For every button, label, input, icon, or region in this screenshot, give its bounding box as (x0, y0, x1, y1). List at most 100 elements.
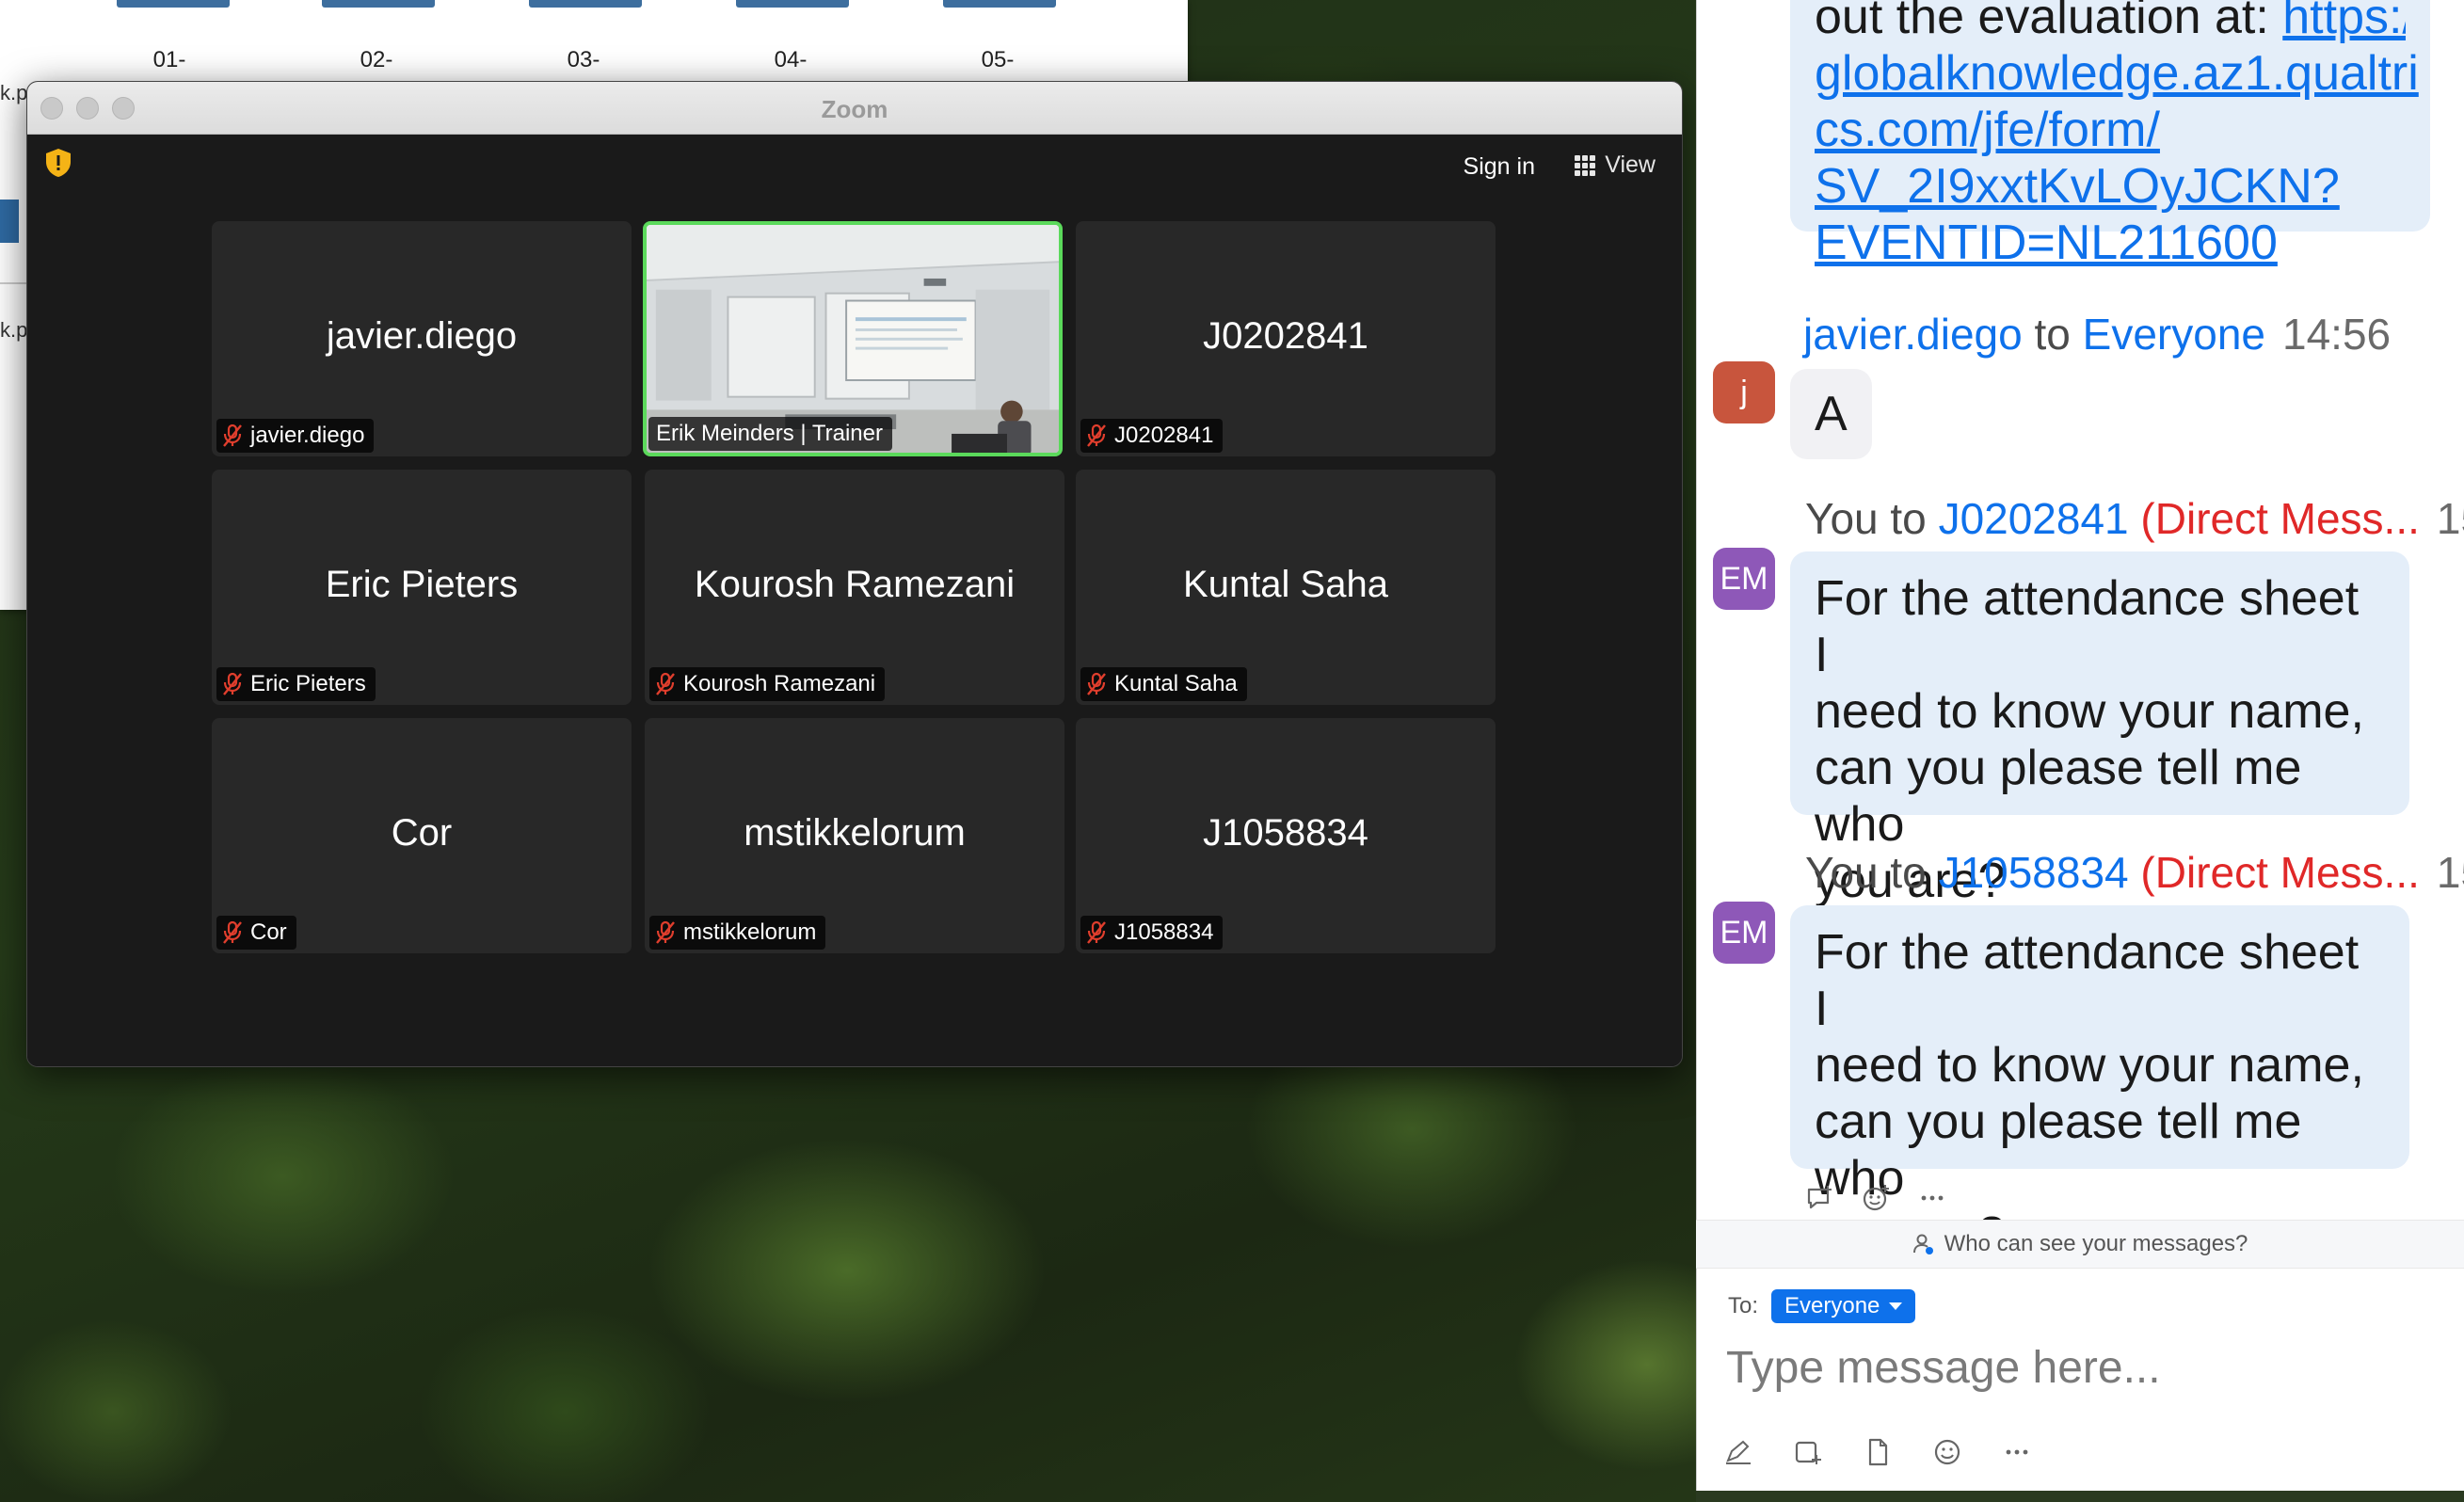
evaluation-link[interactable]: EVENTID=NL211600 (1815, 216, 2278, 270)
participant-name: Erik Meinders | Trainer (656, 421, 883, 446)
participant-tile[interactable]: Kourosh Ramezani Kourosh Ramezani (645, 470, 1064, 705)
message-text-line: need to know your name, (1815, 1038, 2364, 1093)
participant-tile[interactable]: Cor Cor (212, 718, 632, 953)
screenshot-icon[interactable] (1792, 1436, 1824, 1468)
desktop-strip (1696, 1491, 2464, 1502)
mic-muted-icon (223, 672, 242, 695)
to-word: to (1878, 848, 1939, 897)
view-button[interactable]: View (1575, 152, 1656, 179)
sender-name: You (1805, 848, 1879, 897)
participant-tile[interactable]: javier.diego javier.diego (212, 221, 632, 456)
grid-view-icon (1575, 154, 1596, 176)
participant-display-name: Eric Pieters (325, 564, 519, 605)
participant-tile[interactable]: Kuntal Saha Kuntal Saha (1076, 470, 1496, 705)
mic-muted-icon (656, 920, 675, 944)
more-options-icon[interactable] (1916, 1182, 1948, 1214)
mic-muted-icon (656, 672, 675, 695)
participant-display-name: J0202841 (1203, 315, 1368, 357)
slide-thumbnail[interactable] (943, 0, 1056, 8)
message-time: 15 (2436, 848, 2464, 897)
participant-name: Eric Pieters (250, 671, 366, 696)
participant-display-name: Kourosh Ramezani (694, 564, 1016, 605)
security-shield-icon[interactable] (44, 148, 72, 178)
participant-name-tag: javier.diego (216, 419, 375, 453)
evaluation-link[interactable]: globalknowledge.az1.qualtri (1815, 46, 2419, 101)
avatar[interactable]: EM (1713, 548, 1775, 610)
view-label: View (1605, 152, 1656, 178)
message-input[interactable] (1726, 1334, 2423, 1400)
slide-thumbnail[interactable] (736, 0, 849, 8)
more-options-icon[interactable] (2001, 1436, 2033, 1468)
participant-name-tag: J0202841 (1080, 419, 1224, 453)
evaluation-link[interactable]: https:// (2282, 0, 2406, 44)
evaluation-link[interactable]: cs.com/jfe/form/ (1815, 103, 2160, 157)
sender-name: You (1805, 494, 1879, 543)
participant-display-name: mstikkelorum (744, 812, 966, 854)
sign-in-button[interactable]: Sign in (1464, 153, 1535, 181)
message-header: javier.diego to Everyone 14:56 (1803, 309, 2391, 360)
thumbnail-label: 04- (774, 47, 808, 72)
gallery-view: Sign in View javier.diego javier.diego E… (27, 135, 1682, 1066)
avatar[interactable]: EM (1713, 902, 1775, 964)
message-header: You to J1058834 (Direct Mess... 15 (1805, 847, 2464, 898)
participant-name-tag: J1058834 (1080, 916, 1224, 950)
slide-thumbnail[interactable] (117, 0, 230, 8)
message-text-line: For the attendance sheet I (1815, 571, 2360, 682)
to-word: to (1878, 494, 1939, 543)
reply-icon[interactable] (1803, 1182, 1835, 1214)
slide-thumbnail[interactable] (322, 0, 435, 8)
participant-name-tag: Kuntal Saha (1080, 667, 1247, 701)
format-text-icon[interactable] (1722, 1436, 1754, 1468)
participant-name-tag: mstikkelorum (649, 916, 826, 950)
participant-display-name: Cor (391, 812, 453, 854)
participant-tile[interactable]: mstikkelorum mstikkelorum (645, 718, 1064, 953)
add-reaction-icon[interactable] (1860, 1182, 1892, 1214)
participant-tile[interactable]: J0202841 J0202841 (1076, 221, 1496, 456)
sender-name[interactable]: javier.diego (1803, 310, 2023, 359)
window-titlebar[interactable]: Zoom (27, 82, 1682, 135)
participant-display-name: J1058834 (1203, 812, 1368, 854)
participant-name-tag: Kourosh Ramezani (649, 667, 886, 701)
file-icon[interactable] (1862, 1436, 1894, 1468)
mic-muted-icon (1087, 920, 1106, 944)
chat-message-bubble: out the evaluation at: https:// globalkn… (1790, 0, 2430, 270)
participant-tile[interactable]: J1058834 J1058834 (1076, 718, 1496, 953)
recipient-row: To: Everyone (1728, 1289, 1916, 1323)
message-text-line: For the attendance sheet I (1815, 925, 2360, 1036)
thumbnail-label: 05- (981, 47, 1015, 72)
chevron-down-icon (1889, 1302, 1903, 1310)
thumbnail-label: 03- (567, 47, 600, 72)
composer-toolbar (1722, 1436, 2033, 1468)
mic-muted-icon (1087, 672, 1106, 695)
avatar[interactable]: j (1713, 361, 1775, 423)
chat-message-bubble: For the attendance sheet I need to know … (1790, 551, 2409, 908)
participant-name: mstikkelorum (683, 919, 817, 945)
recipient-name[interactable]: J0202841 (1939, 494, 2129, 543)
zoom-meeting-window: Zoom Sign in View javier.diego javier.di… (26, 81, 1683, 1067)
recipient-dropdown[interactable]: Everyone (1771, 1289, 1916, 1323)
emoji-icon[interactable] (1931, 1436, 1963, 1468)
participant-name-tag: Eric Pieters (216, 667, 376, 701)
participant-tile[interactable]: Eric Pieters Eric Pieters (212, 470, 632, 705)
slide-thumbnail-strip: 01- 02- 03- 04- 05- (0, 0, 1188, 75)
mic-muted-icon (1087, 423, 1106, 447)
direct-message-label: (Direct Mess... (2128, 848, 2420, 897)
who-can-see-link[interactable]: Who can see your messages? (1696, 1220, 2464, 1269)
to-label: To: (1728, 1293, 1759, 1318)
recipient-name[interactable]: Everyone (2083, 310, 2265, 359)
participant-tile-active-speaker[interactable]: Erik Meinders | Trainer (643, 221, 1063, 456)
message-actions (1803, 1182, 1948, 1214)
file-name-fragment[interactable]: k.p (0, 81, 27, 105)
slide-thumbnail[interactable] (529, 0, 642, 8)
file-name-fragment[interactable]: k.p (0, 318, 27, 343)
message-text-line: need to know your name, (1815, 684, 2364, 739)
mic-muted-icon (223, 920, 242, 944)
message-text: out the evaluation at: (1815, 0, 2283, 44)
participant-name: Kourosh Ramezani (683, 671, 876, 696)
participant-name: Cor (250, 919, 287, 945)
thumbnail-label: 02- (360, 47, 393, 72)
participant-name-tag: Cor (216, 916, 296, 950)
participant-name: J0202841 (1114, 423, 1214, 448)
evaluation-link[interactable]: SV_2I9xxtKvLOyJCKN? (1815, 159, 2340, 214)
recipient-name[interactable]: J1058834 (1939, 848, 2129, 897)
